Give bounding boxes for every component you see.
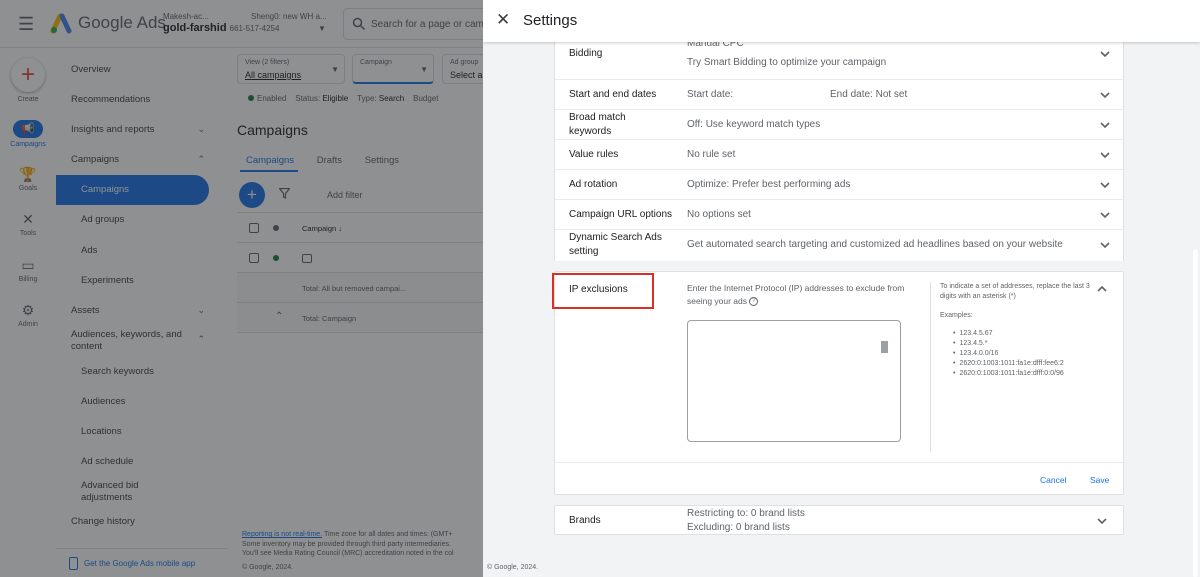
help-icon[interactable]: ? — [749, 297, 759, 307]
setting-row-dsa[interactable]: Dynamic Search Ads setting Get automated… — [555, 230, 1125, 260]
setting-label: Bidding — [569, 48, 603, 59]
settings-header: ✕ Settings — [483, 0, 1200, 42]
ip-addresses-input[interactable] — [687, 320, 901, 442]
ip-hint: To indicate a set of addresses, replace … — [940, 283, 1090, 300]
setting-value: No rule set — [687, 149, 736, 160]
brands-label: Brands — [569, 515, 601, 526]
setting-label: Broad match keywords — [569, 112, 626, 137]
setting-label: Campaign URL options — [569, 209, 673, 220]
cancel-button[interactable]: Cancel — [1040, 475, 1066, 485]
chevron-down-icon[interactable] — [1096, 515, 1108, 527]
list-item: 123.4.5.* — [953, 339, 1085, 349]
chevron-down-icon[interactable] — [1099, 209, 1111, 221]
chevron-down-icon[interactable] — [1099, 119, 1111, 131]
setting-label: Start and end dates — [569, 89, 657, 100]
setting-label: Ad rotation — [569, 179, 618, 190]
close-icon[interactable]: ✕ — [496, 10, 510, 30]
chevron-down-icon[interactable] — [1099, 179, 1111, 191]
smart-bidding-link[interactable]: Try Smart Bidding to optimize your campa… — [687, 57, 1099, 68]
start-date-value: Start date: — [687, 89, 734, 100]
actions-divider — [555, 462, 1123, 463]
ip-exclusions-card: IP exclusions Enter the Internet Protoco… — [552, 271, 1124, 495]
setting-row-broad-match[interactable]: Broad match keywords Off: Use keyword ma… — [555, 110, 1125, 140]
setting-value: Optimize: Prefer best performing ads — [687, 179, 851, 190]
brands-excluding: Excluding: 0 brand lists — [687, 522, 790, 533]
ip-exclusions-label: IP exclusions — [569, 284, 628, 295]
list-item: 2620:0:1003:1011:fa1e:dfff:0:0/96 — [953, 369, 1085, 379]
setting-row-value-rules[interactable]: Value rules No rule set — [555, 140, 1125, 170]
ip-description-text: Enter the Internet Protocol (IP) address… — [687, 283, 905, 306]
chevron-down-icon[interactable] — [1099, 149, 1111, 161]
settings-title: Settings — [523, 12, 578, 29]
settings-list-card: Bidding Manual CPC Try Smart Bidding to … — [554, 36, 1125, 261]
ip-exclusions-description: Enter the Internet Protocol (IP) address… — [687, 282, 927, 308]
ip-examples-list: 123.4.5.67 123.4.5.* 123.4.0.0/16 2620:0… — [953, 329, 1085, 379]
brands-restricting: Restricting to: 0 brand lists — [687, 508, 805, 519]
chevron-down-icon[interactable] — [1099, 239, 1111, 251]
chevron-down-icon[interactable] — [1099, 48, 1111, 60]
list-item: 123.4.5.67 — [953, 329, 1085, 339]
end-date-value: End date: Not set — [830, 89, 908, 100]
textarea-scroll-thumb[interactable] — [881, 341, 888, 353]
setting-value: Off: Use keyword match types — [687, 119, 821, 130]
panel-copyright: © Google, 2024. — [487, 564, 539, 571]
chevron-up-icon[interactable] — [1096, 283, 1108, 295]
panel-scrollbar[interactable] — [1193, 250, 1198, 577]
list-item: 123.4.0.0/16 — [953, 349, 1085, 359]
setting-value: Get automated search targeting and custo… — [687, 239, 1063, 250]
settings-panel: ✕ Settings Bidding Manual CPC Try Smart … — [483, 0, 1200, 577]
setting-row-dates[interactable]: Start and end dates Start date: End date… — [555, 80, 1125, 110]
setting-row-url-options[interactable]: Campaign URL options No options set — [555, 200, 1125, 230]
ip-divider — [930, 282, 931, 452]
setting-row-bidding[interactable]: Bidding Manual CPC Try Smart Bidding to … — [555, 36, 1125, 80]
chevron-down-icon[interactable] — [1099, 89, 1111, 101]
setting-row-ad-rotation[interactable]: Ad rotation Optimize: Prefer best perfor… — [555, 170, 1125, 200]
setting-row-brands[interactable]: Brands Restricting to: 0 brand lists Exc… — [554, 505, 1124, 535]
ip-examples-title: Examples: — [940, 312, 973, 319]
setting-value: No options set — [687, 209, 751, 220]
setting-label: Dynamic Search Ads setting — [569, 232, 662, 257]
list-item: 2620:0:1003:1011:fa1e:dfff:fee6:2 — [953, 359, 1085, 369]
setting-label: Value rules — [569, 149, 619, 160]
save-button[interactable]: Save — [1090, 475, 1109, 485]
